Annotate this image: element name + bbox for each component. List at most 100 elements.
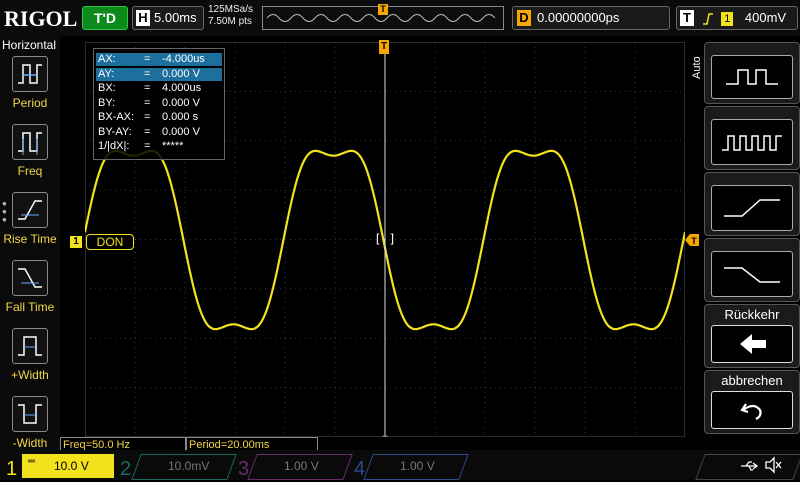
trigger-position-arrow: T xyxy=(379,40,389,54)
back-arrow-icon xyxy=(711,325,793,363)
cursor-row-equals: = xyxy=(144,96,151,109)
cursor-row-key: BY: xyxy=(98,96,116,109)
delay-value: 0.00000000ps xyxy=(537,10,620,25)
channel-1-tab[interactable]: 1 ═ 10.0 V xyxy=(0,454,120,480)
cursor-row: BX-AX: = 0.000 s xyxy=(96,111,222,124)
speaker-muted-icon[interactable] xyxy=(764,456,782,474)
cursor-row-key: BY-AY: xyxy=(98,125,132,138)
negative-width-icon xyxy=(12,396,48,432)
bottom-cursor-marker: ↔ xyxy=(380,430,390,437)
cursor-row-equals: = xyxy=(144,82,151,94)
cursor-row-equals: = xyxy=(144,53,151,65)
cancel-button[interactable]: abbrechen xyxy=(704,370,800,434)
cursor-row-value: ***** xyxy=(162,140,184,152)
back-label: Rückkehr xyxy=(724,307,780,322)
usb-icon xyxy=(741,461,759,471)
measure-fall-time-button[interactable]: Fall Time xyxy=(0,260,60,314)
freq-label: Freq xyxy=(17,164,43,178)
cursor-row-value: 0.000 s xyxy=(162,111,199,123)
memory-overview-bar[interactable]: T xyxy=(262,4,504,30)
cursor-row: AX: = -4.000us xyxy=(96,53,222,66)
cursor-row-equals: = xyxy=(144,125,151,138)
positive-width-label: +Width xyxy=(11,368,49,382)
dc-coupling-icon: ═ xyxy=(28,456,36,467)
softkey-2[interactable] xyxy=(704,106,800,170)
fall-time-label: Fall Time xyxy=(5,300,55,314)
channel-1-scale: 10.0 V xyxy=(54,459,89,473)
rise-time-icon xyxy=(12,192,48,228)
channel-4-scale: 1.00 V xyxy=(400,459,435,473)
period-label: Period xyxy=(12,96,48,110)
measure-period-button[interactable]: Period xyxy=(0,56,60,110)
measure-rise-time-button[interactable]: Rise Time xyxy=(0,192,60,246)
sample-rate: 125MSa/s xyxy=(208,4,254,15)
measure-freq-button[interactable]: Freq xyxy=(0,124,60,178)
cursor-row: BX: = 4.000us xyxy=(96,82,222,95)
channel-bar: 1 ═ 10.0 V 2 10.0mV 3 1.00 V 4 1.00 V xyxy=(0,450,800,480)
cursor-row-key: BX: xyxy=(98,82,116,94)
frequency-icon xyxy=(12,124,48,160)
pulse-train-icon xyxy=(711,119,793,165)
channel-2-number: 2 xyxy=(120,458,132,480)
timebase-readout[interactable]: H 5.00ms xyxy=(132,6,204,30)
cursor-row-equals: = xyxy=(144,140,151,152)
cursor-row-key: AY: xyxy=(98,67,115,80)
channel-1-scale-box: ═ 10.0 V xyxy=(22,454,114,478)
channel-4-tab[interactable]: 4 1.00 V xyxy=(350,454,469,480)
trigger-level-marker[interactable]: T xyxy=(685,234,699,246)
menu-title: Horizontal xyxy=(2,38,57,52)
measure-positive-width-button[interactable]: +Width xyxy=(0,328,60,382)
channel-3-scale: 1.00 V xyxy=(284,459,319,473)
trigger-level: 400mV xyxy=(744,10,787,25)
channel-1-offset-marker[interactable]: 1 xyxy=(70,236,82,248)
single-pulse-icon xyxy=(711,55,793,99)
softkey-1[interactable]: Auto xyxy=(691,42,800,104)
cursor-row: AY: = 0.000 V xyxy=(96,67,222,81)
trigger-source-badge: 1 xyxy=(721,12,734,26)
fall-time-icon xyxy=(12,260,48,296)
rise-time-label: Rise Time xyxy=(3,232,57,246)
cursor-row-value: 0.000 V xyxy=(162,67,200,80)
memory-depth: 7.50M pts xyxy=(208,16,252,27)
brand-logo: RIGOL xyxy=(4,6,78,31)
rising-edge-softkey-icon xyxy=(711,185,793,231)
cancel-label: abbrechen xyxy=(721,373,783,388)
trigger-position-marker: T xyxy=(378,4,388,15)
negative-width-label: -Width xyxy=(12,436,48,450)
rising-edge-icon xyxy=(702,12,713,25)
timebase-key: H xyxy=(136,10,150,26)
softkey-3[interactable] xyxy=(704,172,800,236)
cursor-row-key: AX: xyxy=(98,53,116,65)
falling-edge-icon xyxy=(711,251,793,297)
top-status-bar: RIGOL T'D H 5.00ms 125MSa/s 7.50M pts T D… xyxy=(0,0,800,36)
trigger-level-marker-label: T xyxy=(691,236,697,246)
channel-1-label: DON xyxy=(86,234,134,250)
cursor-row-value: 0.000 V xyxy=(162,96,200,109)
cursor-row-value: 0.000 V xyxy=(162,125,200,138)
cursor-row-key: 1/|dX|: xyxy=(98,140,130,152)
cursor-row-equals: = xyxy=(144,67,151,80)
cursor-crosshair: [ ] xyxy=(374,232,396,246)
auto-label: Auto xyxy=(691,56,703,79)
softkey-4[interactable] xyxy=(704,238,800,302)
undo-icon xyxy=(711,391,793,429)
cursor-row-value: -4.000us xyxy=(162,53,205,65)
measure-negative-width-button[interactable]: -Width xyxy=(0,396,60,450)
channel-2-tab[interactable]: 2 10.0mV xyxy=(118,454,237,480)
delay-readout[interactable]: D 0.00000000ps xyxy=(512,6,670,30)
channel-2-scale: 10.0mV xyxy=(168,459,210,473)
positive-width-icon xyxy=(12,328,48,364)
cursor-row: BY-AY: = 0.000 V xyxy=(96,126,222,139)
cursor-row-key: BX-AX: xyxy=(98,111,135,123)
cursor-row: BY: = 0.000 V xyxy=(96,97,222,110)
period-icon xyxy=(12,56,48,92)
timebase-value: 5.00ms xyxy=(154,10,197,25)
back-button[interactable]: Rückkehr xyxy=(704,304,800,368)
right-softkey-menu: Auto Rückkehr abbrechen xyxy=(691,42,800,450)
cursor-row-equals: = xyxy=(144,111,151,123)
horizontal-measure-menu: Horizontal Period Freq ● ● ● Rise Time Fal… xyxy=(0,36,60,450)
channel-3-tab[interactable]: 3 1.00 V xyxy=(234,454,353,480)
trigger-status-badge[interactable]: T'D xyxy=(82,6,128,30)
trigger-readout[interactable]: T 1 400mV xyxy=(676,6,798,30)
channel-1-number: 1 xyxy=(6,458,18,480)
